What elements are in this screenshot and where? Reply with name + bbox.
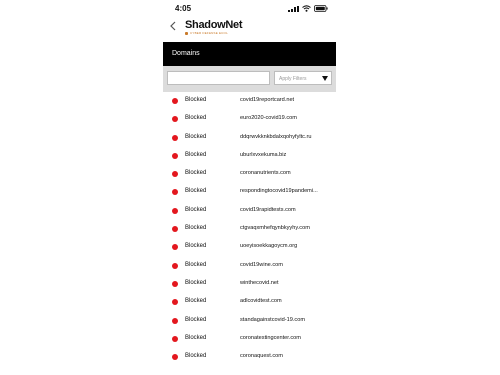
- status-label: Blocked: [185, 170, 207, 177]
- domain-name: covid19rapidtests.com: [240, 206, 296, 213]
- domain-list-item[interactable]: Blocked adlcovidtest.com: [163, 293, 336, 311]
- domain-name: winthecovid.net: [240, 279, 279, 286]
- domain-name: adlcovidtest.com: [240, 298, 282, 305]
- brand-mark-icon: [185, 31, 188, 35]
- domain-list-item[interactable]: Blocked uoeyisoekkagoycm.org: [163, 238, 336, 256]
- status-icons: [288, 5, 328, 12]
- status-time: 4:05: [175, 4, 192, 13]
- domain-name: standagainstcovid-19.com: [240, 316, 305, 323]
- status-label: Blocked: [185, 151, 207, 158]
- blocked-status-dot-icon: [172, 244, 178, 251]
- status-label: Blocked: [185, 206, 207, 213]
- status-label: Blocked: [185, 188, 207, 195]
- blocked-status-dot-icon: [172, 262, 178, 269]
- blocked-status-dot-icon: [172, 280, 178, 287]
- blocked-status-dot-icon: [172, 134, 178, 141]
- domain-list-item[interactable]: Blocked coronanutrients.com: [163, 165, 336, 183]
- status-label: Blocked: [185, 298, 207, 305]
- search-input[interactable]: [167, 71, 270, 85]
- blocked-status-dot-icon: [172, 299, 178, 306]
- navigation-bar: ShadowNet CYBER DEFENSE ECOL: [163, 16, 336, 40]
- domain-list-item[interactable]: Blocked ctgvaqxmhefqynbkyyhy.com: [163, 220, 336, 238]
- brand-name: ShadowNet: [185, 19, 243, 31]
- signal-icon: [288, 6, 299, 12]
- domain-name: ddqrwvkknkbdalxqohyfyltc.ru: [240, 133, 312, 140]
- domain-list-item[interactable]: Blocked covid19rapidtests.com: [163, 202, 336, 220]
- domain-list-item[interactable]: Blocked ddqrwvkknkbdalxqohyfyltc.ru: [163, 129, 336, 147]
- status-bar: 4:05: [163, 0, 336, 16]
- chevron-down-icon: [322, 76, 328, 81]
- brand-tagline: CYBER DEFENSE ECOL: [190, 31, 228, 35]
- domain-name: uoeyisoekkagoycm.org: [240, 243, 298, 250]
- blocked-status-dot-icon: [172, 171, 178, 178]
- blocked-status-dot-icon: [172, 207, 178, 214]
- apply-filters-dropdown[interactable]: Apply Filters: [274, 71, 332, 85]
- filter-bar: Apply Filters: [163, 66, 336, 92]
- blocked-status-dot-icon: [172, 98, 178, 104]
- domain-name: coronanutrients.com: [240, 170, 291, 177]
- status-label: Blocked: [185, 133, 207, 140]
- status-label: Blocked: [185, 279, 207, 286]
- domain-list-item[interactable]: Blocked covid19wine.com: [163, 257, 336, 275]
- domain-list-item[interactable]: Blocked uburlxvxekuma.biz: [163, 147, 336, 165]
- domain-list-item[interactable]: Blocked covid19reportcard.net: [163, 92, 336, 110]
- domain-name: covid19wine.com: [240, 261, 283, 268]
- blocked-status-dot-icon: [172, 354, 178, 361]
- brand-tagline-row: CYBER DEFENSE ECOL: [185, 31, 242, 35]
- domain-list-item[interactable]: Blocked euro2020-covid19.com: [163, 110, 336, 128]
- status-label: Blocked: [185, 225, 207, 232]
- battery-icon: [314, 5, 328, 12]
- status-label: Blocked: [185, 115, 207, 122]
- domain-name: ctgvaqxmhefqynbkyyhy.com: [240, 225, 310, 232]
- back-button[interactable]: [169, 20, 181, 34]
- blocked-status-dot-icon: [172, 189, 178, 196]
- domain-list-item[interactable]: Blocked winthecovid.net: [163, 275, 336, 293]
- domain-list: Blocked covid19reportcard.net Blocked euro2…: [163, 92, 336, 366]
- domain-list-item[interactable]: Blocked standagainstcovid-19.com: [163, 312, 336, 330]
- blocked-status-dot-icon: [172, 116, 178, 123]
- domain-list-item[interactable]: Blocked coronatestingcenter.com: [163, 330, 336, 348]
- shadownet-logo: ShadowNet CYBER DEFENSE ECOL: [185, 19, 243, 35]
- blocked-status-dot-icon: [172, 335, 178, 342]
- domain-name: uburlxvxekuma.biz: [240, 151, 287, 158]
- filter-placeholder: Apply Filters: [279, 76, 307, 82]
- domain-name: coronaquest.com: [240, 353, 283, 360]
- blocked-status-dot-icon: [172, 317, 178, 324]
- blocked-status-dot-icon: [172, 226, 178, 233]
- domain-name: respondingtocovid19pandemi...: [240, 188, 318, 195]
- section-header: Domains: [163, 42, 336, 66]
- chevron-left-icon: [170, 21, 176, 31]
- status-label: Blocked: [185, 243, 207, 250]
- domain-list-item[interactable]: Blocked coronaquest.com: [163, 348, 336, 366]
- domain-name: covid19reportcard.net: [240, 97, 295, 103]
- status-label: Blocked: [185, 353, 207, 360]
- status-label: Blocked: [185, 261, 207, 268]
- section-title: Domains: [172, 50, 200, 57]
- domain-list-item[interactable]: Blocked respondingtocovid19pandemi...: [163, 183, 336, 201]
- app-screen: 4:05 ShadowNet CYBER DEFENSE ECOL Domain…: [163, 0, 336, 375]
- status-label: Blocked: [185, 334, 207, 341]
- domain-name: euro2020-covid19.com: [240, 115, 297, 122]
- blocked-status-dot-icon: [172, 152, 178, 159]
- status-label: Blocked: [185, 97, 207, 103]
- status-label: Blocked: [185, 316, 207, 323]
- wifi-icon: [302, 5, 311, 12]
- domain-name: coronatestingcenter.com: [240, 334, 301, 341]
